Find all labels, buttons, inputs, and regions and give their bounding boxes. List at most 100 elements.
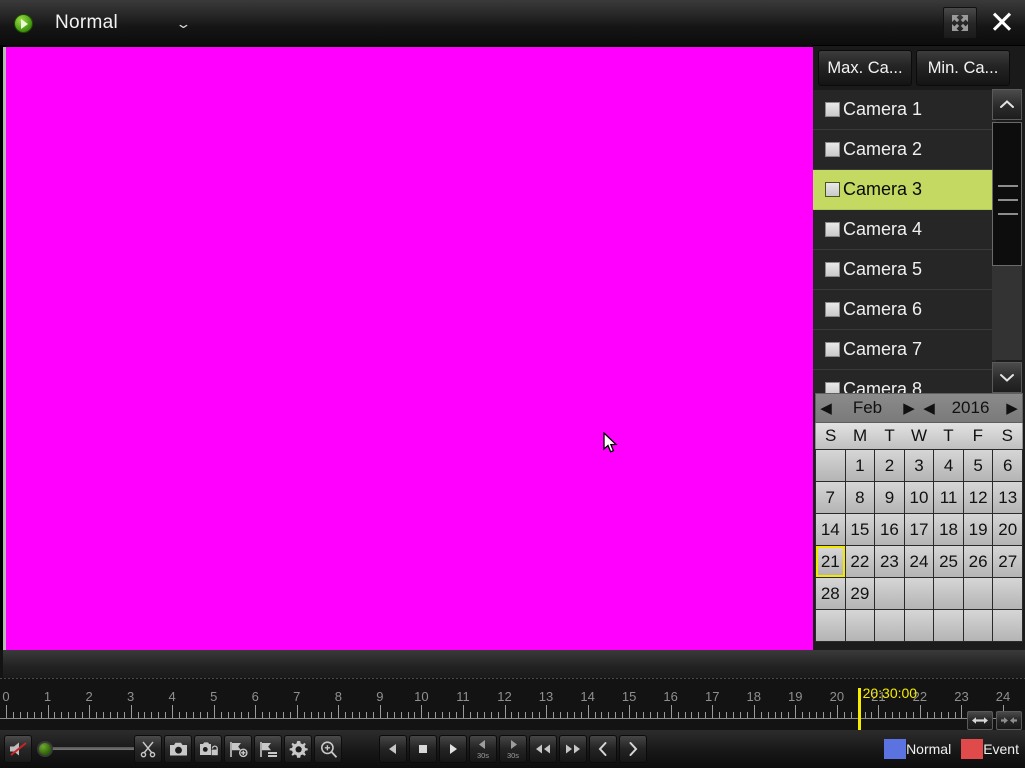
calendar-day-cell[interactable]: 24: [904, 546, 934, 577]
camera-checkbox[interactable]: [825, 262, 840, 277]
calendar-day-cell[interactable]: 27: [993, 546, 1022, 577]
reverse-play-button[interactable]: [379, 735, 407, 763]
camera-list-item[interactable]: Camera 5: [813, 250, 996, 290]
calendar-day-cell[interactable]: 4: [934, 450, 963, 481]
next-file-button[interactable]: [619, 735, 647, 763]
minor-tick: [372, 712, 374, 718]
calendar-day-cell[interactable]: 25: [934, 546, 963, 577]
calendar-day-cell[interactable]: 23: [875, 546, 904, 577]
stop-button[interactable]: [409, 735, 437, 763]
timeline-ruler[interactable]: 0 1 2 3 4 5 6 7 8 9 10 11 12 13 14 15 16 17 18 19 20 21 22 23 24…: [0, 679, 1025, 730]
camera-list-item[interactable]: Camera 4: [813, 210, 996, 250]
calendar-day-cell[interactable]: 11: [934, 482, 963, 513]
forward-30s-button[interactable]: 30s: [499, 735, 527, 763]
camera-list-item[interactable]: Camera 6: [813, 290, 996, 330]
play-button[interactable]: [439, 735, 467, 763]
lock-file-button[interactable]: [194, 735, 222, 763]
calendar-day-cell[interactable]: 29: [845, 578, 875, 609]
calendar-day-cell[interactable]: 1: [845, 450, 875, 481]
digital-zoom-button[interactable]: [314, 735, 342, 763]
video-display-area[interactable]: [3, 47, 813, 650]
prev-month-button[interactable]: ◀: [816, 401, 836, 416]
minor-tick: [656, 712, 658, 718]
camera-checkbox[interactable]: [825, 182, 840, 197]
next-month-button[interactable]: ▶: [899, 401, 919, 416]
min-camera-button[interactable]: Min. Ca...: [916, 50, 1010, 86]
edit-tag-button[interactable]: [254, 735, 282, 763]
calendar-day-cell[interactable]: 22: [845, 546, 875, 577]
calendar-day-cell[interactable]: 16: [875, 514, 904, 545]
add-tag-button[interactable]: [224, 735, 252, 763]
calendar-day-cell[interactable]: 12: [963, 482, 993, 513]
clip-button[interactable]: [134, 735, 162, 763]
next-year-button[interactable]: ▶: [1002, 401, 1022, 416]
camera-list[interactable]: Camera 1 Camera 2 Camera 3 Camera 4 Camera 5…: [813, 90, 996, 436]
calendar-day-cell[interactable]: 14: [816, 514, 845, 545]
calendar-day-cell[interactable]: 5: [963, 450, 993, 481]
calendar-day-cell[interactable]: 20: [993, 514, 1022, 545]
camera-list-item[interactable]: Camera 7: [813, 330, 996, 370]
calendar-day-cell[interactable]: 9: [875, 482, 904, 513]
camera-checkbox[interactable]: [825, 102, 840, 117]
camera-checkbox[interactable]: [825, 222, 840, 237]
calendar-day-cell[interactable]: 2: [875, 450, 904, 481]
camera-list-item[interactable]: Camera 2: [813, 130, 996, 170]
prev-year-button[interactable]: ◀: [919, 401, 939, 416]
settings-button[interactable]: [284, 735, 312, 763]
calendar-empty-cell: [963, 578, 993, 609]
mute-button[interactable]: [4, 735, 32, 763]
minor-tick: [636, 712, 638, 718]
minor-tick: [843, 712, 845, 718]
camera-checkbox[interactable]: [825, 342, 840, 357]
weekday-header: F: [972, 426, 984, 445]
volume-slider-knob[interactable]: [37, 741, 53, 757]
timeline[interactable]: 0 1 2 3 4 5 6 7 8 9 10 11 12 13 14 15 16 17 18 19 20 21 22 23 24…: [0, 650, 1025, 730]
hour-label: 5: [210, 689, 218, 704]
calendar-day-cell[interactable]: 19: [963, 514, 993, 545]
scrollbar-track[interactable]: [992, 122, 1022, 360]
close-button[interactable]: ✕: [985, 7, 1019, 39]
calendar-day-cell[interactable]: 17: [904, 514, 934, 545]
rewind-button[interactable]: [529, 735, 557, 763]
chevron-left-icon: [598, 742, 607, 756]
calendar-day-cell[interactable]: 8: [845, 482, 875, 513]
timeline-recording-track[interactable]: [3, 650, 1025, 678]
calendar-day-cell[interactable]: 15: [845, 514, 875, 545]
camera-list-scrollbar[interactable]: [992, 89, 1022, 393]
chevron-down-icon[interactable]: ⌄: [175, 17, 191, 30]
timeline-cursor[interactable]: [857, 688, 861, 730]
timeline-zoom-out-button[interactable]: [996, 711, 1022, 730]
maximize-button[interactable]: [943, 7, 977, 39]
mode-selector[interactable]: Normal ⌄: [14, 0, 192, 46]
back-30s-button[interactable]: 30s: [469, 735, 497, 763]
camera-checkbox[interactable]: [825, 302, 840, 317]
timeline-zoom-in-button[interactable]: [967, 711, 993, 730]
calendar-weekday-row: SMTWTFS: [815, 423, 1023, 449]
camera-list-item[interactable]: Camera 3: [813, 170, 996, 210]
scroll-down-button[interactable]: [992, 362, 1022, 393]
fast-forward-button[interactable]: [559, 735, 587, 763]
hour-label: 18: [746, 689, 761, 704]
volume-slider-track[interactable]: [40, 747, 138, 750]
calendar-day-cell[interactable]: 7: [816, 482, 845, 513]
calendar-day-cell[interactable]: 18: [934, 514, 963, 545]
calendar-day-cell[interactable]: 13: [993, 482, 1022, 513]
max-camera-button[interactable]: Max. Ca...: [818, 50, 912, 86]
camera-checkbox[interactable]: [825, 142, 840, 157]
minor-tick: [788, 712, 790, 718]
calendar-day-cell[interactable]: 3: [904, 450, 934, 481]
minor-tick: [75, 712, 77, 718]
scroll-up-button[interactable]: [992, 89, 1022, 120]
camera-list-item[interactable]: Camera 1: [813, 90, 996, 130]
calendar-day-cell[interactable]: 26: [963, 546, 993, 577]
scrollbar-thumb[interactable]: [992, 122, 1022, 266]
calendar-day-cell[interactable]: 28: [816, 578, 845, 609]
previous-file-button[interactable]: [589, 735, 617, 763]
minor-tick: [732, 712, 734, 718]
capture-button[interactable]: [164, 735, 192, 763]
calendar-day-cell[interactable]: 10: [904, 482, 934, 513]
calendar-day-cell[interactable]: 6: [993, 450, 1022, 481]
calendar-day-grid[interactable]: 1 2 3 4 5 6 7 8 9 10 11 12 13 14 15 16 17 18 19 20 21 22 23 24 2…: [815, 449, 1023, 642]
minor-tick: [649, 712, 651, 718]
calendar-day-cell[interactable]: 21: [816, 546, 845, 577]
